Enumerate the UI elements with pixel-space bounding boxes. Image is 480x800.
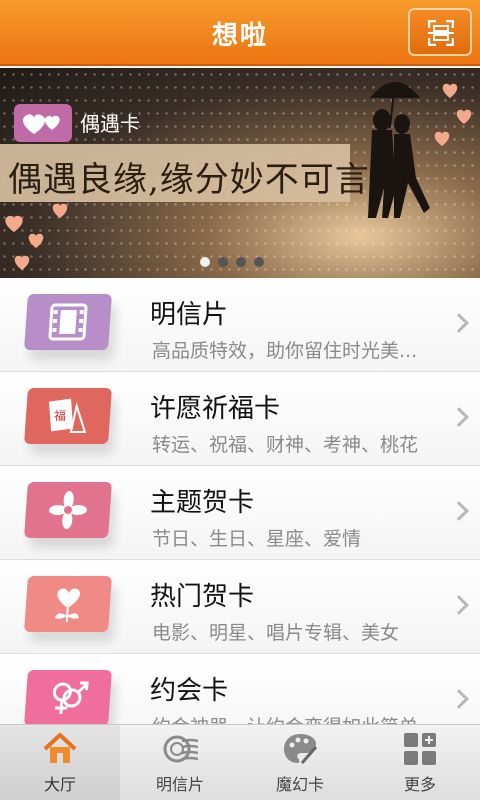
list-item-subtitle: 约会神器，让约会变得如此简单	[152, 712, 452, 724]
wish-card-thumbnail: 福	[24, 388, 112, 444]
top-bar: 想啦	[0, 0, 480, 66]
date-card-thumbnail	[24, 670, 112, 724]
tab-label: 大厅	[43, 775, 76, 794]
bottom-tab-bar: 大厅 明信片 魔幻卡 更多	[0, 724, 480, 800]
postcard-thumbnail	[24, 294, 112, 350]
flower-icon	[48, 491, 88, 529]
list-item-title: 热门贺卡	[150, 582, 255, 612]
banner-slogan-strip: 偶遇良缘,缘分妙不可言	[0, 144, 369, 202]
banner-tag-label: 偶遇卡	[80, 112, 140, 136]
theme-card-thumbnail	[24, 482, 112, 538]
gender-symbol-icon	[52, 681, 89, 714]
chevron-right-icon	[449, 501, 469, 521]
scan-qr-icon	[428, 20, 454, 46]
chevron-right-icon	[449, 407, 469, 427]
list-item-title: 许愿祈福卡	[150, 394, 281, 424]
scan-button[interactable]	[408, 8, 472, 56]
filmstrip-icon	[48, 303, 88, 341]
list-item-subtitle: 电影、明星、唱片专辑、美女	[152, 622, 400, 644]
list-item-wish-card[interactable]: 福 许愿祈福卡 转运、祝福、财神、考神、桃花	[0, 372, 480, 466]
carousel-dot[interactable]	[236, 257, 246, 267]
tab-hall[interactable]: 大厅	[0, 725, 120, 800]
carousel-indicator[interactable]	[200, 257, 264, 267]
tab-postcard[interactable]: 明信片	[120, 725, 240, 800]
hearts-decoration-icon	[5, 203, 68, 270]
app-root: 想啦 偶遇卡 偶遇良缘,缘分妙不可言 明信片 高品质特效，助你留住时光美... …	[0, 0, 480, 800]
chevron-right-icon	[449, 313, 469, 333]
postmark-icon	[163, 735, 198, 763]
list-item-subtitle: 转运、祝福、财神、考神、桃花	[152, 434, 419, 456]
grid-more-icon	[404, 733, 436, 765]
list-item-title: 约会卡	[150, 676, 229, 706]
heart-flower-icon	[55, 588, 80, 622]
tab-more[interactable]: 更多	[360, 725, 480, 800]
carousel-dot[interactable]	[218, 257, 228, 267]
banner-slogan: 偶遇良缘,缘分妙不可言	[8, 160, 370, 200]
blessing-card-icon: 福	[49, 398, 87, 433]
promo-banner[interactable]: 偶遇卡 偶遇良缘,缘分妙不可言	[0, 68, 480, 278]
palette-icon	[284, 734, 318, 764]
tab-label: 更多	[403, 775, 436, 794]
list-item-theme-card[interactable]: 主题贺卡 节日、生日、星座、爱情	[0, 466, 480, 560]
carousel-dot[interactable]	[200, 257, 210, 267]
home-icon	[43, 733, 77, 763]
chevron-right-icon	[449, 595, 469, 615]
hearts-icon	[22, 114, 60, 134]
list-item-title: 主题贺卡	[150, 488, 255, 518]
banner-tag-icon	[14, 104, 72, 142]
svg-text:福: 福	[54, 408, 67, 423]
tab-magic-card[interactable]: 魔幻卡	[240, 725, 360, 800]
carousel-dot[interactable]	[254, 257, 264, 267]
list-item-subtitle: 高品质特效，助你留住时光美...	[152, 340, 418, 362]
list-item-date-card[interactable]: 约会卡 约会神器，让约会变得如此简单	[0, 654, 480, 724]
hot-card-thumbnail	[24, 576, 112, 632]
list-item-subtitle: 节日、生日、星座、爱情	[152, 528, 362, 550]
list-item-title: 明信片	[150, 300, 229, 330]
chevron-right-icon	[449, 689, 469, 709]
list-item-postcard[interactable]: 明信片 高品质特效，助你留住时光美...	[0, 278, 480, 372]
tab-label: 魔幻卡	[275, 775, 324, 794]
category-list: 明信片 高品质特效，助你留住时光美... 福 许愿祈福卡 转运、祝福、财神、考神…	[0, 278, 480, 724]
couple-umbrella-illustration	[368, 81, 472, 218]
list-item-hot-card[interactable]: 热门贺卡 电影、明星、唱片专辑、美女	[0, 560, 480, 654]
tab-label: 明信片	[155, 775, 204, 794]
